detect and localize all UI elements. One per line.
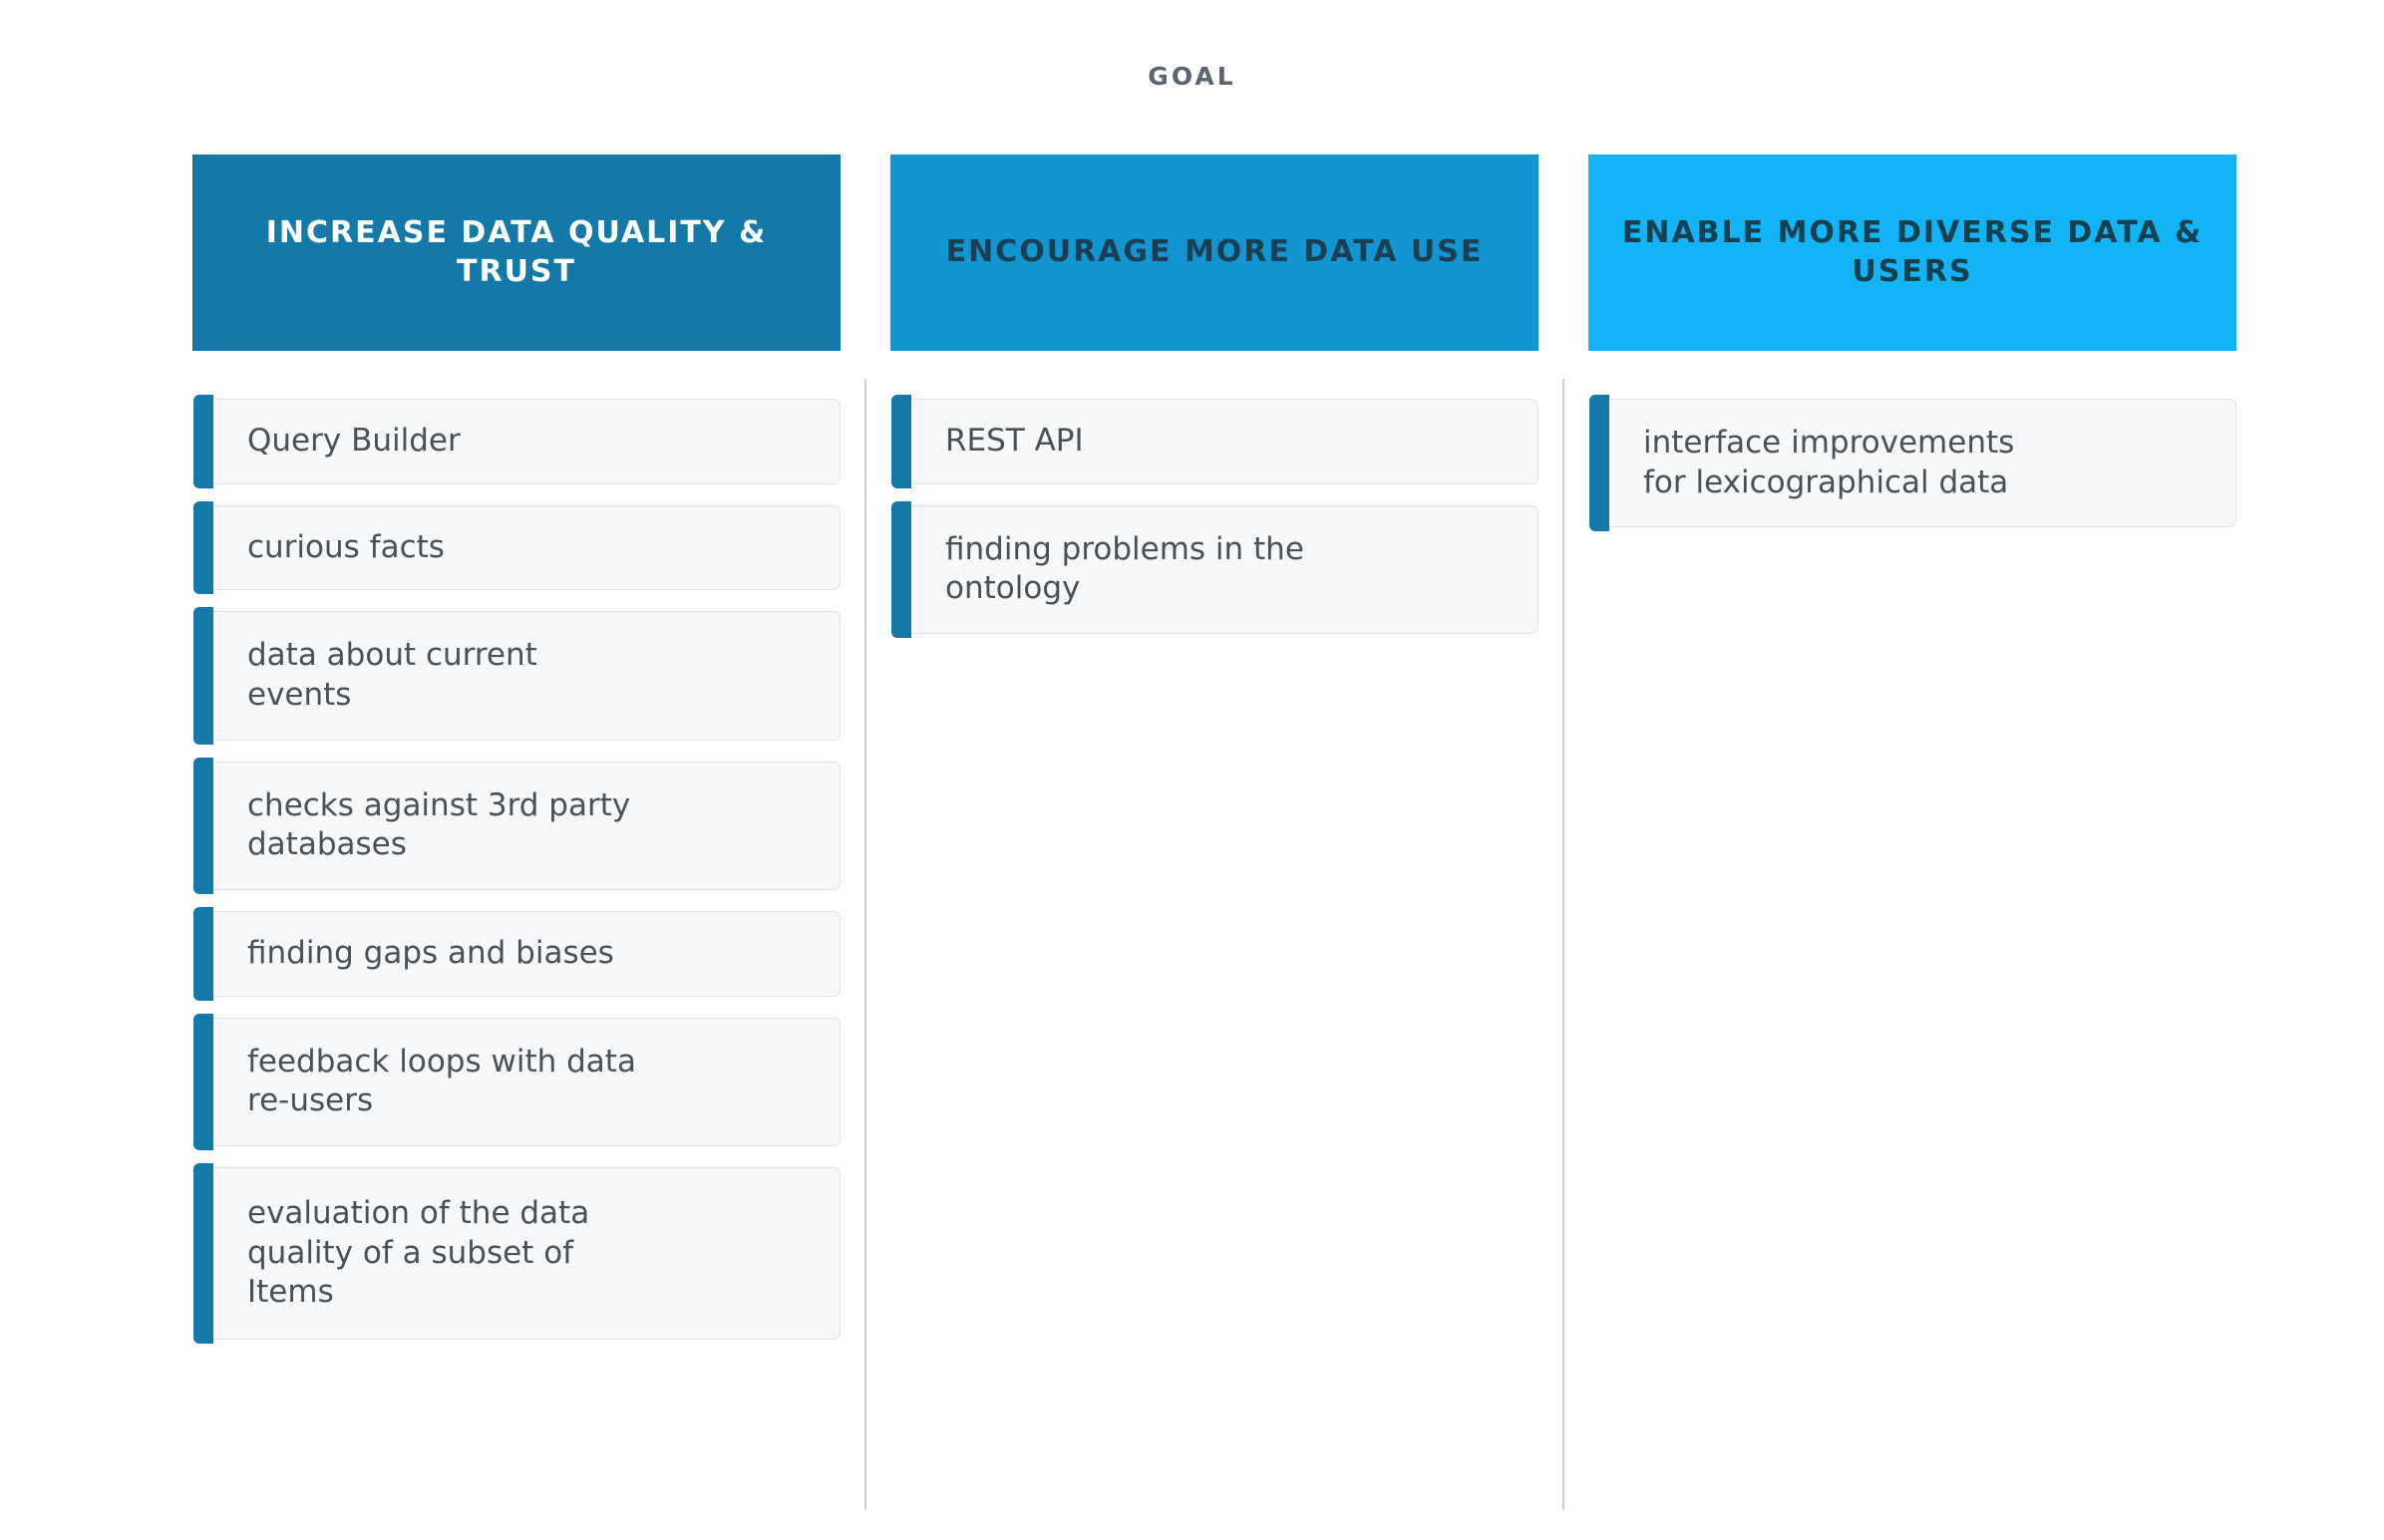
card-accent-bar bbox=[193, 907, 213, 1001]
card-item[interactable]: REST API bbox=[891, 395, 1538, 488]
card-label: curious facts bbox=[247, 528, 445, 565]
card-accent-bar bbox=[193, 500, 213, 595]
card-list-column-2: REST API finding problems in the ontolog… bbox=[890, 395, 1538, 655]
card-accent-bar bbox=[193, 1163, 213, 1345]
card-accent-bar bbox=[193, 1013, 213, 1151]
card-label: data about current events bbox=[247, 637, 537, 714]
card-label: checks against 3rd party databases bbox=[247, 786, 631, 863]
card-item[interactable]: interface improvements for lexicographic… bbox=[1589, 395, 2236, 532]
goal-board: GOAL INCREASE DATA QUALITY & TRUST Query… bbox=[0, 0, 2384, 1540]
goal-column-2: ENCOURAGE MORE DATA USE REST API finding… bbox=[864, 154, 1538, 1511]
card-accent-bar bbox=[891, 500, 911, 639]
card-item[interactable]: finding problems in the ontology bbox=[891, 500, 1538, 639]
column-header-encourage-more-data-use: ENCOURAGE MORE DATA USE bbox=[890, 154, 1538, 351]
card-item[interactable]: Query Builder bbox=[193, 395, 841, 488]
card-label: interface improvements for lexicographic… bbox=[1643, 425, 2015, 500]
card-accent-bar bbox=[1589, 395, 1609, 532]
card-accent-bar bbox=[193, 395, 213, 488]
card-label: finding problems in the ontology bbox=[945, 530, 1304, 607]
card-accent-bar bbox=[193, 607, 213, 745]
goal-columns: INCREASE DATA QUALITY & TRUST Query Buil… bbox=[192, 154, 2236, 1512]
card-item[interactable]: feedback loops with data re-users bbox=[193, 1013, 841, 1151]
card-label: finding gaps and biases bbox=[247, 935, 614, 972]
card-accent-bar bbox=[193, 757, 213, 895]
card-item[interactable]: finding gaps and biases bbox=[193, 907, 841, 1001]
card-list-column-3: interface improvements for lexicographic… bbox=[1588, 395, 2236, 548]
card-list-column-1: Query Builder curious facts data about c… bbox=[192, 395, 841, 1361]
card-label: evaluation of the data quality of a subs… bbox=[247, 1195, 590, 1311]
card-item[interactable]: curious facts bbox=[193, 500, 841, 595]
card-item[interactable]: checks against 3rd party databases bbox=[193, 757, 841, 895]
goal-column-1: INCREASE DATA QUALITY & TRUST Query Buil… bbox=[192, 154, 841, 1361]
goal-column-3: ENABLE MORE DIVERSE DATA & USERS interfa… bbox=[1562, 154, 2236, 1512]
board-title: GOAL bbox=[1148, 62, 1236, 91]
card-item[interactable]: evaluation of the data quality of a subs… bbox=[193, 1163, 841, 1345]
card-label: feedback loops with data re-users bbox=[247, 1043, 636, 1119]
card-accent-bar bbox=[891, 395, 911, 488]
column-header-enable-more-diverse-data-users: ENABLE MORE DIVERSE DATA & USERS bbox=[1588, 154, 2236, 351]
column-header-increase-data-quality-trust: INCREASE DATA QUALITY & TRUST bbox=[192, 154, 841, 351]
card-item[interactable]: data about current events bbox=[193, 607, 841, 745]
card-label: REST API bbox=[945, 423, 1084, 459]
card-label: Query Builder bbox=[247, 423, 461, 459]
